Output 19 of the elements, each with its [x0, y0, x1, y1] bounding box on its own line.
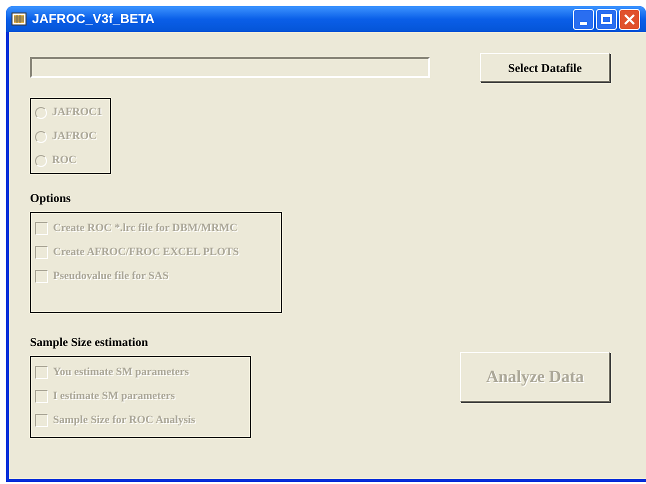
radio-label: ROC [52, 153, 76, 168]
maximize-button[interactable] [596, 8, 617, 30]
file-path-field[interactable] [30, 57, 430, 78]
sample-size-heading: Sample Size estimation [30, 334, 149, 351]
close-button[interactable] [619, 8, 640, 30]
close-icon [624, 14, 635, 24]
radio-label: JAFROC [52, 129, 97, 144]
checkbox-label: Create ROC *.lrc file for DBM/MRMC [53, 220, 238, 236]
checkbox-label: Sample Size for ROC Analysis [53, 412, 196, 428]
minimize-button[interactable] [573, 8, 594, 30]
checkbox-label: Pseudovalue file for SAS [53, 268, 169, 284]
checkbox-label: You estimate SM parameters [53, 364, 189, 380]
options-heading: Options [30, 190, 72, 207]
window-title: JAFROC_V3f_BETA [32, 10, 155, 28]
checkbox-label: I estimate SM parameters [53, 388, 175, 404]
app-icon [11, 11, 27, 27]
checkbox-label: Create AFROC/FROC EXCEL PLOTS [53, 244, 239, 260]
radio-label: JAFROC1 [52, 105, 102, 120]
select-datafile-button[interactable]: Select Datafile [480, 53, 610, 82]
